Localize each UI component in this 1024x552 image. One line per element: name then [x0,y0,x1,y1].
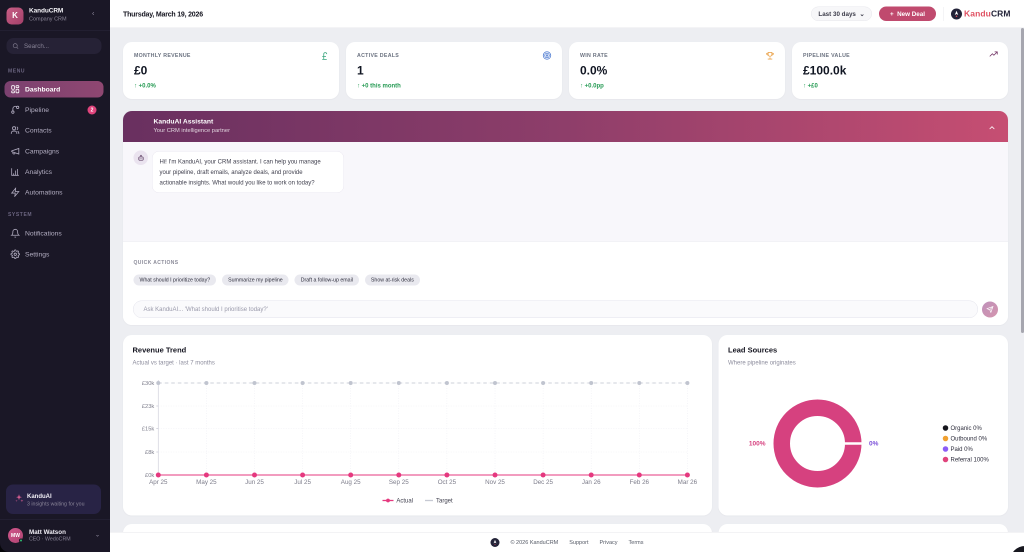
svg-text:Nov 25: Nov 25 [485,479,505,486]
svg-text:Dec 25: Dec 25 [533,479,553,486]
svg-text:Jul 25: Jul 25 [294,479,311,486]
svg-text:£15k: £15k [142,427,155,433]
svg-text:Aug 25: Aug 25 [341,479,361,486]
svg-text:Outbound 0%: Outbound 0% [951,437,988,443]
svg-text:Mar 26: Mar 26 [678,479,698,486]
svg-text:£30k: £30k [142,381,155,387]
svg-text:Organic 0%: Organic 0% [951,426,983,432]
svg-text:Apr 25: Apr 25 [149,479,168,486]
svg-text:May 25: May 25 [196,479,217,486]
svg-text:£23k: £23k [142,404,155,410]
svg-text:0%: 0% [869,441,879,448]
svg-text:Sep 25: Sep 25 [389,479,409,486]
svg-text:Paid 0%: Paid 0% [951,447,974,453]
svg-text:Referral 100%: Referral 100% [951,458,990,464]
svg-text:£8k: £8k [145,450,154,456]
svg-text:Feb 26: Feb 26 [630,479,650,486]
svg-text:Jan 26: Jan 26 [582,479,601,486]
svg-text:Jun 25: Jun 25 [245,479,264,486]
svg-text:100%: 100% [749,441,766,448]
svg-text:Oct 25: Oct 25 [438,479,457,486]
